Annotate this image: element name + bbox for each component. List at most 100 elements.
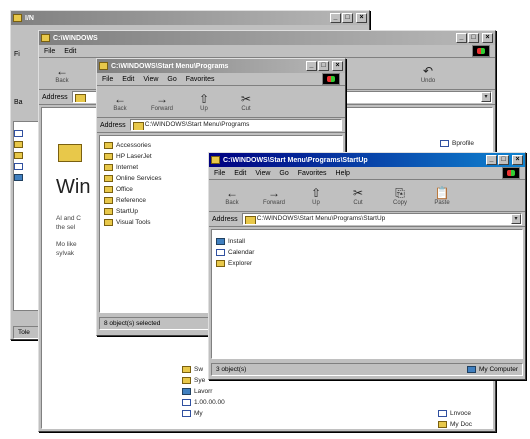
menu-edit[interactable]: Edit: [122, 76, 134, 83]
cut-button[interactable]: ✂ Cut: [227, 92, 265, 112]
scissors-icon: ✂: [240, 91, 252, 106]
list-item[interactable]: [14, 161, 40, 172]
list-item[interactable]: [14, 139, 40, 150]
title-bar[interactable]: C:\WINDOWS _ □ ×: [39, 31, 495, 45]
list-item[interactable]: Bprofile: [440, 138, 474, 149]
minimize-button[interactable]: _: [486, 155, 497, 165]
list-item[interactable]: Accessories: [104, 140, 342, 151]
menu-go[interactable]: Go: [279, 170, 288, 177]
menu-help[interactable]: Help: [336, 170, 350, 177]
folder-icon: [99, 62, 108, 70]
dropdown-icon[interactable]: ▾: [511, 214, 521, 224]
title-bar[interactable]: C:\WINDOWS\Start Menu\Programs\StartUp _…: [209, 153, 525, 167]
folder-icon: [41, 34, 50, 42]
close-button[interactable]: ×: [332, 61, 343, 71]
sidebar-label: Fi: [14, 51, 20, 58]
folder-heading: Win: [56, 176, 91, 198]
description: Al and C the sel Mo like sylvak: [56, 215, 81, 257]
menu-bar: File Edit View Go Favorites Help: [209, 167, 525, 180]
folder-icon: [14, 152, 23, 159]
forward-arrow-icon: →: [156, 91, 168, 106]
copy-button[interactable]: ⎘ Copy: [381, 186, 419, 206]
list-item[interactable]: My: [182, 408, 225, 419]
windows-logo-icon: [502, 167, 520, 179]
minimize-button[interactable]: _: [456, 33, 467, 43]
file-icon: [182, 410, 191, 417]
list-item[interactable]: Lnvoce: [438, 408, 472, 419]
address-input[interactable]: C:\WINDOWS\Start Menu\Programs: [129, 119, 342, 131]
menu-bar: File Edit View Go Favorites: [97, 73, 345, 86]
address-label: Address: [42, 93, 68, 101]
list-item[interactable]: My Doc: [438, 419, 472, 430]
folder-icon: [104, 142, 113, 149]
sidebar-label: Ba: [14, 99, 23, 106]
dropdown-icon[interactable]: ▾: [481, 92, 491, 102]
forward-button[interactable]: → Forward: [255, 186, 293, 206]
minimize-button[interactable]: _: [330, 13, 341, 23]
menu-favorites[interactable]: Favorites: [298, 170, 327, 177]
folder-icon: [104, 197, 113, 204]
forward-button[interactable]: → Forward: [143, 92, 181, 112]
list-item[interactable]: Install: [216, 236, 522, 247]
list-item[interactable]: [14, 172, 40, 183]
menu-file[interactable]: File: [44, 48, 55, 55]
close-button[interactable]: ×: [512, 155, 523, 165]
maximize-button[interactable]: □: [498, 155, 509, 165]
folder-icon: [104, 175, 113, 182]
back-arrow-icon: ←: [226, 185, 238, 200]
title-bar[interactable]: C:\WINDOWS\Start Menu\Programs _ □ ×: [97, 59, 345, 73]
list-item[interactable]: Calendar: [216, 247, 522, 258]
folder-icon: [182, 377, 191, 384]
back-button[interactable]: ← Back: [101, 92, 139, 112]
maximize-button[interactable]: □: [318, 61, 329, 71]
menu-bar: File Edit: [39, 45, 495, 58]
cut-button[interactable]: ✂ Cut: [339, 186, 377, 206]
list-item[interactable]: [14, 150, 40, 161]
file-icon: [438, 410, 447, 417]
menu-edit[interactable]: Edit: [64, 48, 76, 55]
close-button[interactable]: ×: [356, 13, 367, 23]
title-bar[interactable]: I/N _ □ ×: [11, 11, 369, 25]
back-button[interactable]: ← Back: [43, 64, 81, 84]
up-button[interactable]: ⇧ Up: [185, 92, 223, 112]
address-bar: Address C:\WINDOWS\Start Menu\Programs\S…: [209, 212, 525, 227]
scissors-icon: ✂: [352, 185, 364, 200]
back-arrow-icon: ←: [56, 63, 68, 78]
window-title: C:\WINDOWS: [53, 34, 98, 42]
up-folder-icon: ⇧: [198, 91, 210, 106]
list-item[interactable]: Explorer: [216, 258, 522, 269]
minimize-button[interactable]: _: [306, 61, 317, 71]
folder-large-icon: [58, 144, 82, 162]
list-item[interactable]: 1.00.00.00: [182, 397, 225, 408]
back-button[interactable]: ← Back: [213, 186, 251, 206]
menu-file[interactable]: File: [102, 76, 113, 83]
content-pane: Install Calendar Explorer: [211, 229, 523, 359]
maximize-button[interactable]: □: [468, 33, 479, 43]
menu-view[interactable]: View: [143, 76, 158, 83]
menu-view[interactable]: View: [255, 170, 270, 177]
menu-edit[interactable]: Edit: [234, 170, 246, 177]
menu-go[interactable]: Go: [167, 76, 176, 83]
up-button[interactable]: ⇧ Up: [297, 186, 335, 206]
file-icon: [182, 399, 191, 406]
paste-icon: 📋: [434, 185, 450, 200]
maximize-button[interactable]: □: [342, 13, 353, 23]
list-item[interactable]: [14, 128, 40, 139]
paste-button[interactable]: 📋 Paste: [423, 186, 461, 206]
file-icon: [14, 130, 23, 137]
window-title: C:\WINDOWS\Start Menu\Programs\StartUp: [223, 156, 368, 164]
folder-icon: [104, 219, 113, 226]
app-icon: [182, 388, 191, 395]
menu-file[interactable]: File: [214, 170, 225, 177]
menu-favorites[interactable]: Favorites: [186, 76, 215, 83]
status-bar: 3 object(s) My Computer: [211, 363, 523, 376]
window-title: C:\WINDOWS\Start Menu\Programs: [111, 62, 229, 70]
folder-icon: [438, 421, 447, 428]
address-bar: Address C:\WINDOWS\Start Menu\Programs: [97, 118, 345, 133]
close-button[interactable]: ×: [482, 33, 493, 43]
list-item[interactable]: Lavorr: [182, 386, 225, 397]
file-icon: [440, 140, 449, 147]
address-input[interactable]: C:\WINDOWS\Start Menu\Programs\StartUp ▾: [241, 213, 522, 225]
folder-icon: [13, 14, 22, 22]
undo-button[interactable]: ↶ Undo: [409, 64, 447, 84]
